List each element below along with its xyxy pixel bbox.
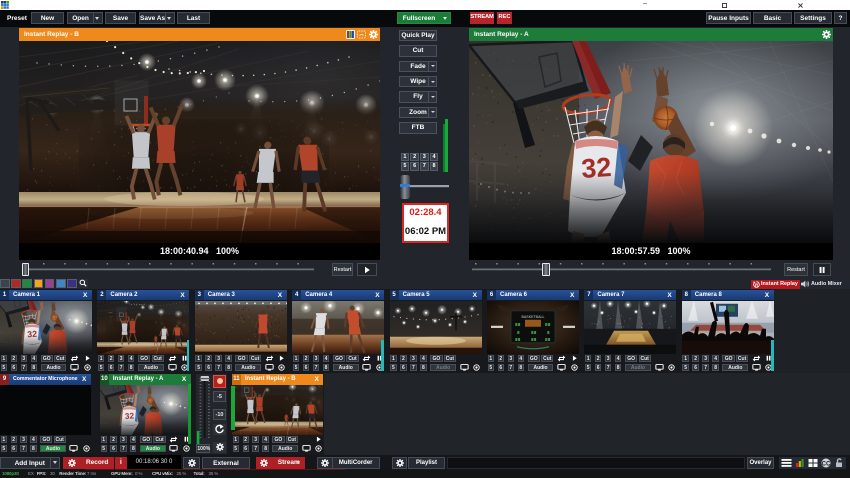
- svg-text:CC: CC: [822, 461, 831, 467]
